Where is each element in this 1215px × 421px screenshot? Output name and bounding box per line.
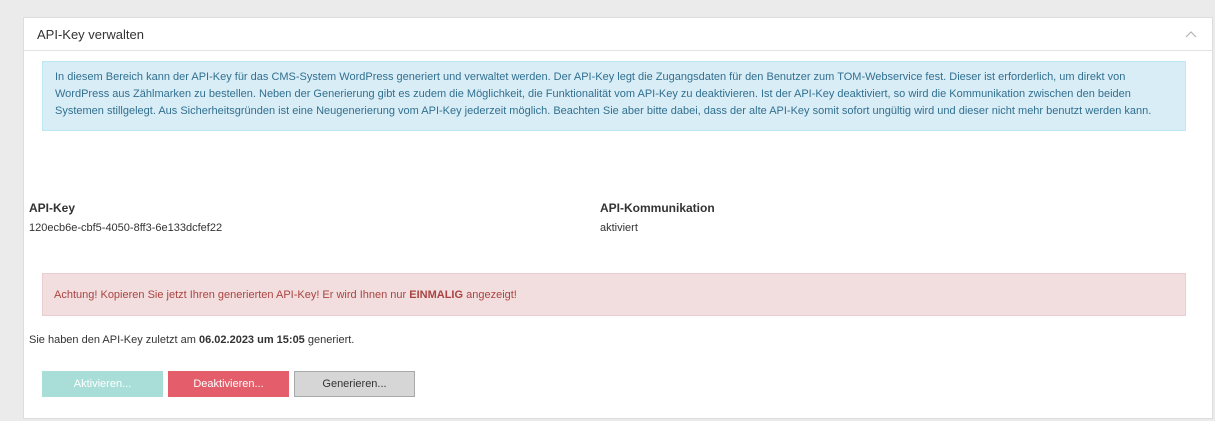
generate-button[interactable]: Generieren... [294,371,415,397]
api-communication-value: aktiviert [600,222,638,234]
alert-emphasis: EINMALIG [409,288,464,301]
alert-text-prefix: Achtung! Kopieren Sie jetzt Ihren generi… [54,288,410,301]
api-communication-label: API-Kommunikation [600,201,715,215]
action-buttons: Aktivieren... Deaktivieren... Generieren… [42,371,415,397]
activate-button[interactable]: Aktivieren... [42,371,163,397]
panel-header: API-Key verwalten [24,18,1212,51]
last-generated-datetime: 06.02.2023 um 15:05 [199,334,305,346]
chevron-up-icon-graphic [1185,31,1197,38]
api-key-label: API-Key [29,201,76,215]
last-generated-suffix: generiert. [304,334,355,346]
last-generated-text: Sie haben den API-Key zuletzt am 06.02.2… [29,334,354,346]
api-key-panel: API-Key verwalten In diesem Bereich kann… [23,17,1213,419]
info-box: In diesem Bereich kann der API-Key für d… [42,61,1186,131]
alert-text-suffix: angezeigt! [463,288,517,301]
chevron-up-icon[interactable] [1184,29,1198,39]
deactivate-button[interactable]: Deaktivieren... [168,371,289,397]
panel-title: API-Key verwalten [37,26,144,42]
copy-warning-alert: Achtung! Kopieren Sie jetzt Ihren generi… [42,273,1186,316]
alert-text: Achtung! Kopieren Sie jetzt Ihren generi… [54,289,517,301]
api-key-value: 120ecb6e-cbf5-4050-8ff3-6e133dcfef22 [29,222,223,234]
last-generated-prefix: Sie haben den API-Key zuletzt am [29,334,199,346]
info-text: In diesem Bereich kann der API-Key für d… [55,71,1152,117]
